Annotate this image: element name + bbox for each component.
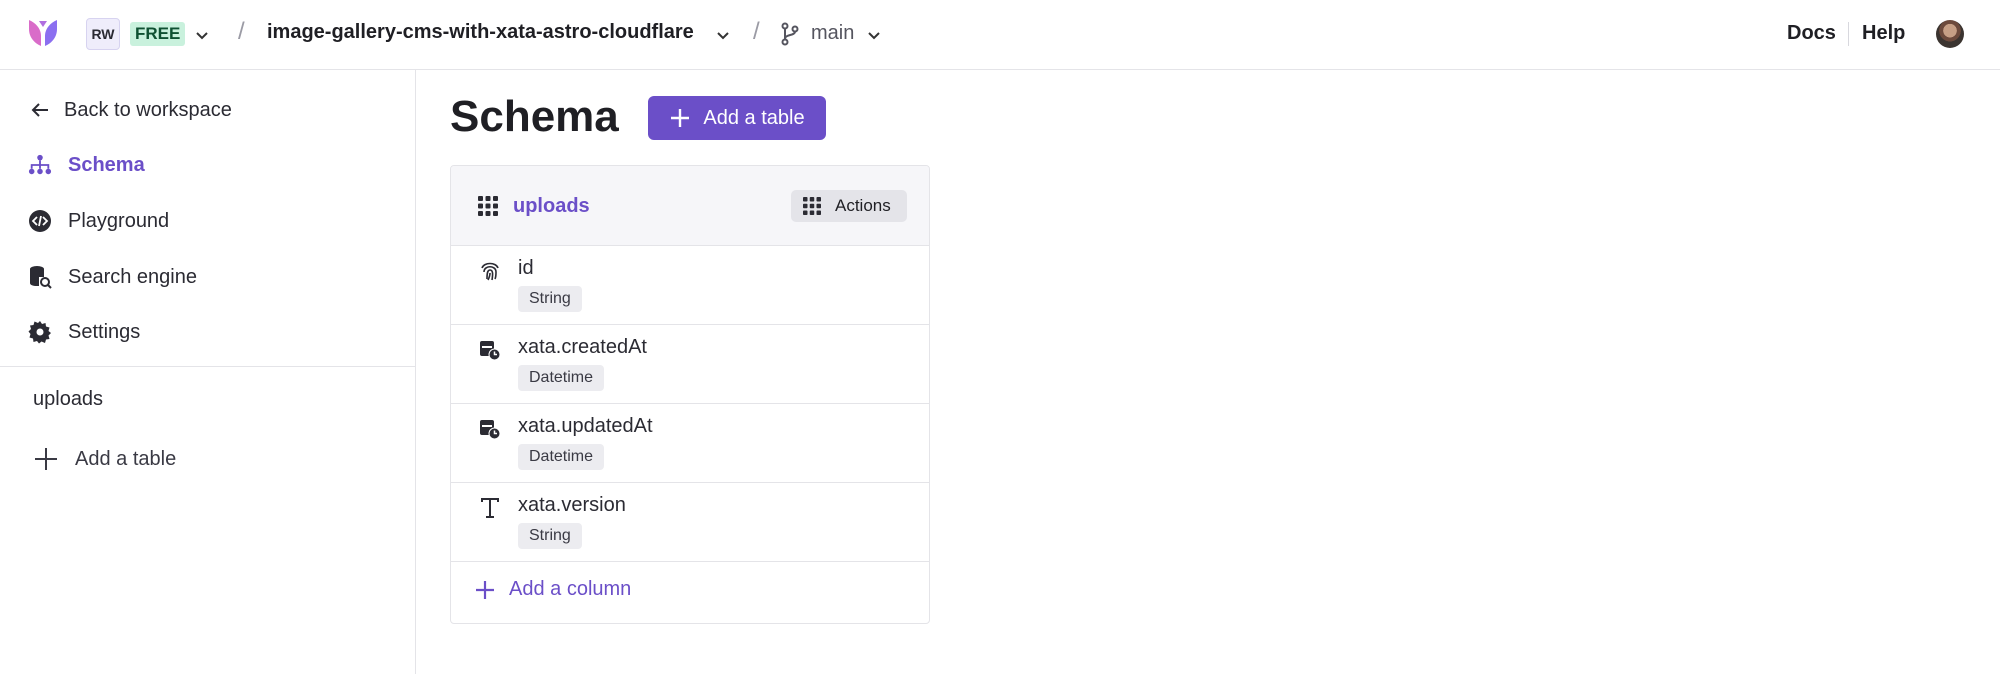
sidebar-item-search-engine[interactable]: Search engine — [28, 262, 197, 292]
page-title: Schema — [450, 92, 619, 141]
column-row-xata-version[interactable]: xata.version String — [451, 483, 929, 562]
column-name: xata.updatedAt — [518, 415, 653, 437]
sidebar-item-schema[interactable]: Schema — [28, 150, 145, 180]
database-name[interactable]: image-gallery-cms-with-xata-astro-cloudf… — [267, 21, 694, 44]
column-type-badge: String — [518, 523, 582, 549]
column-type-badge: String — [518, 286, 582, 312]
schema-icon — [28, 153, 52, 177]
table-card-header: uploads Actions — [451, 166, 929, 246]
calendar-clock-icon — [479, 339, 501, 361]
plus-icon — [35, 448, 57, 470]
back-to-workspace-link[interactable]: Back to workspace — [28, 95, 232, 125]
table-actions-button[interactable]: Actions — [791, 190, 907, 222]
table-grid-icon — [803, 197, 821, 215]
code-icon — [28, 209, 52, 233]
column-name: xata.version — [518, 494, 626, 516]
breadcrumb-separator: / — [753, 18, 760, 45]
sidebar-item-label: Settings — [68, 320, 141, 343]
add-column-label: Add a column — [509, 578, 632, 600]
plus-icon — [476, 580, 494, 599]
sidebar-table-uploads[interactable]: uploads — [33, 388, 103, 411]
add-column-button[interactable]: Add a column — [475, 578, 631, 601]
plus-icon — [671, 109, 690, 127]
sidebar-item-label: Schema — [68, 153, 145, 176]
table-grid-icon — [478, 196, 498, 216]
column-row-xata-updatedat[interactable]: xata.updatedAt Datetime — [451, 404, 929, 483]
sidebar-add-table-button[interactable]: Add a table — [33, 446, 176, 472]
docs-link[interactable]: Docs — [1787, 22, 1836, 45]
top-bar: RW FREE / image-gallery-cms-with-xata-as… — [0, 0, 2000, 70]
chevron-down-icon[interactable] — [715, 27, 731, 43]
actions-label: Actions — [835, 196, 891, 215]
git-branch-icon — [781, 22, 799, 46]
column-type-badge: Datetime — [518, 365, 605, 391]
chevron-down-icon[interactable] — [194, 27, 210, 43]
add-table-label: Add a table — [75, 447, 177, 470]
sidebar-divider — [0, 366, 416, 367]
column-name: id — [518, 257, 534, 279]
add-table-button[interactable]: Add a table — [648, 96, 826, 140]
breadcrumb-separator: / — [238, 18, 245, 45]
xata-logo-icon[interactable] — [26, 17, 60, 49]
database-search-icon — [28, 265, 52, 289]
column-name: xata.createdAt — [518, 336, 647, 358]
chevron-down-icon[interactable] — [866, 27, 882, 43]
help-link[interactable]: Help — [1862, 22, 1905, 45]
calendar-clock-icon — [479, 418, 501, 440]
branch-name[interactable]: main — [811, 22, 854, 45]
avatar[interactable] — [1936, 20, 1964, 48]
text-type-icon — [479, 497, 501, 519]
back-label: Back to workspace — [64, 98, 232, 121]
sidebar: Back to workspace Schema Playground Sear… — [0, 70, 416, 674]
workspace-badge[interactable]: RW — [86, 18, 120, 50]
column-row-id[interactable]: id String — [451, 246, 929, 325]
column-row-xata-createdat[interactable]: xata.createdAt Datetime — [451, 325, 929, 404]
table-name-link[interactable]: uploads — [513, 195, 590, 218]
sidebar-item-label: Search engine — [68, 265, 197, 288]
sidebar-item-label: Playground — [68, 209, 170, 232]
fingerprint-icon — [479, 260, 501, 282]
column-type-badge: Datetime — [518, 444, 605, 470]
add-table-button-label: Add a table — [703, 106, 805, 129]
table-card-uploads: uploads Actions id String xata.createdAt… — [450, 165, 930, 624]
plan-badge: FREE — [130, 22, 186, 46]
divider — [1848, 22, 1849, 46]
sidebar-item-playground[interactable]: Playground — [28, 206, 169, 236]
gear-icon — [28, 320, 52, 344]
sidebar-item-settings[interactable]: Settings — [28, 317, 140, 347]
arrow-left-icon — [28, 98, 52, 122]
